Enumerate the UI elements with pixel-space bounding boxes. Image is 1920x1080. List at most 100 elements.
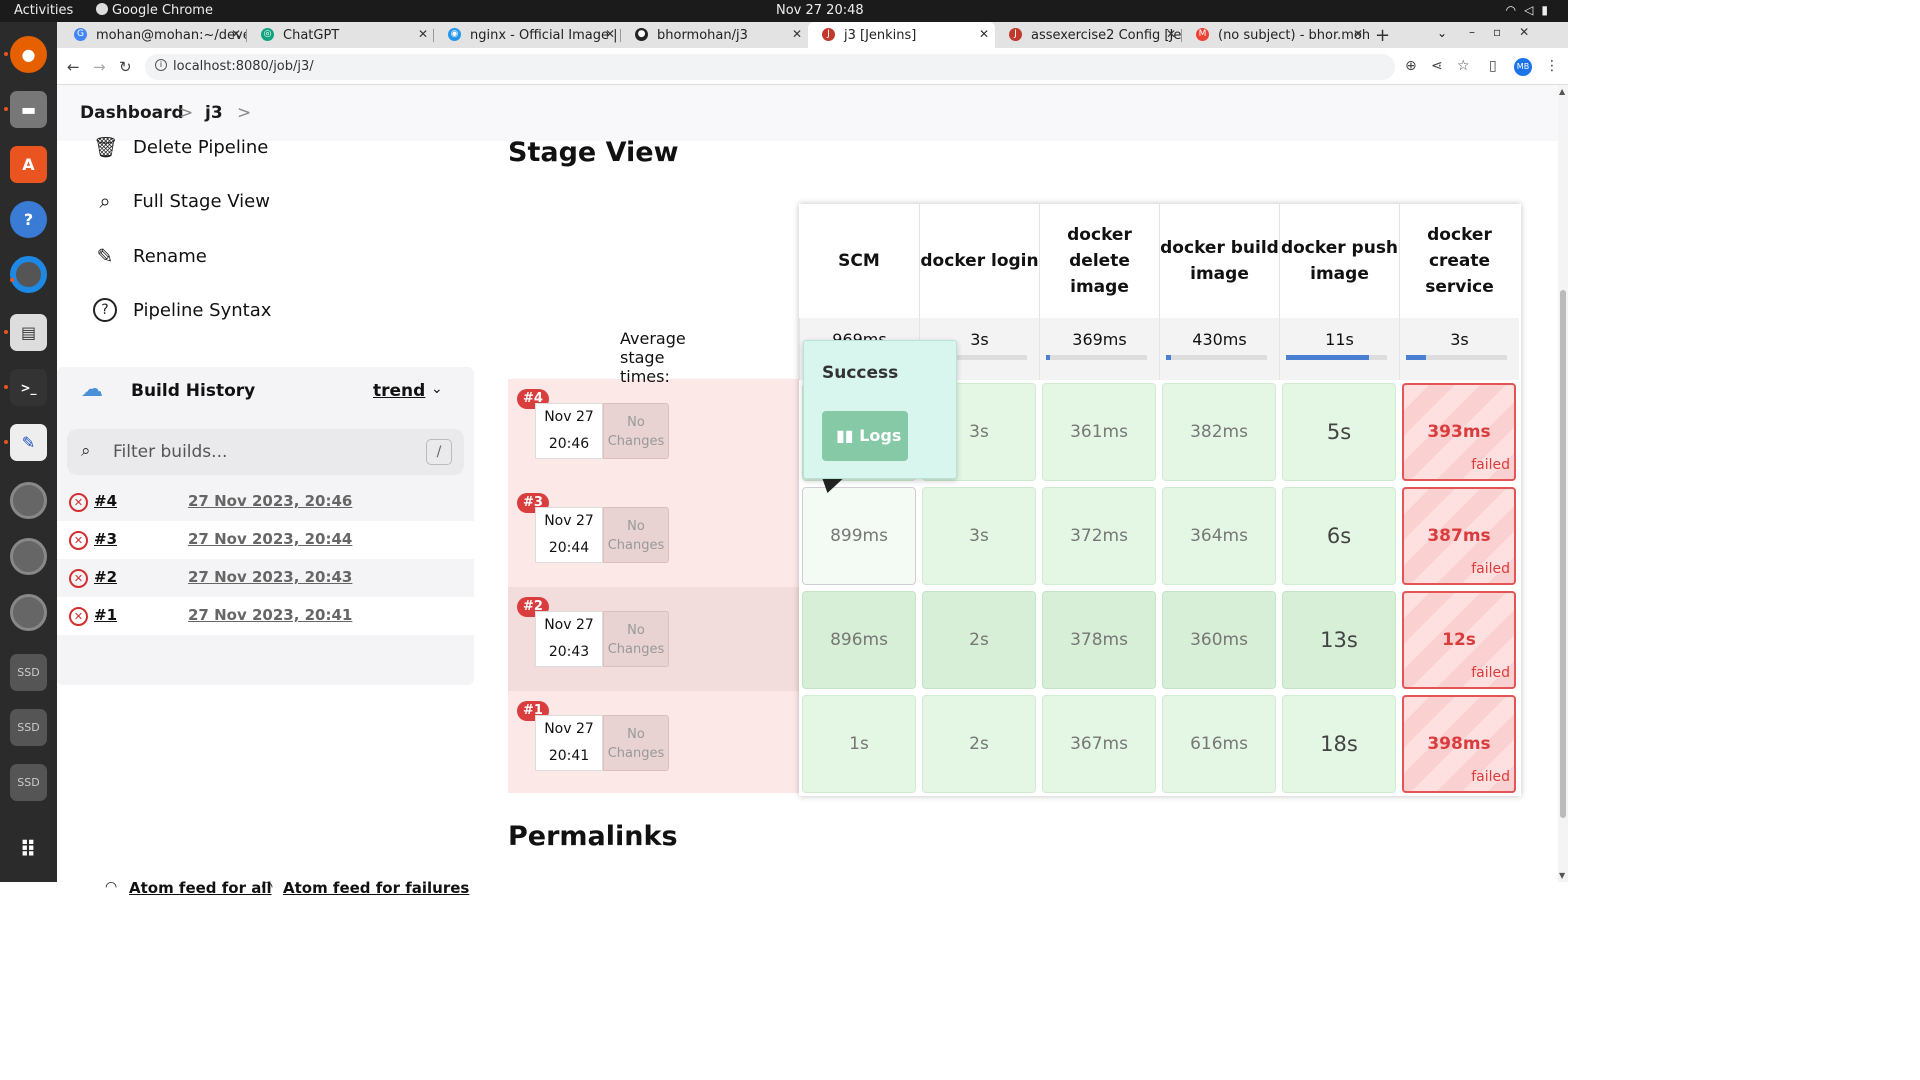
stage-cell-failed[interactable]: 393ms failed [1402, 383, 1516, 481]
browser-tab[interactable]: ● bhormohan/j3 ✕ [621, 22, 808, 48]
ssd-drive-icon[interactable]: SSD [10, 764, 47, 801]
run-date-card[interactable]: Nov 27 20:46 [535, 403, 603, 459]
close-tab-icon[interactable]: ✕ [605, 27, 615, 41]
disc-icon[interactable] [10, 538, 47, 575]
zoom-icon[interactable]: ⊕ [1405, 58, 1417, 74]
terminal-icon[interactable]: >_ [4, 369, 47, 406]
chevron-down-icon[interactable]: ⌄ [431, 381, 443, 397]
build-number-link[interactable]: #3 [94, 530, 117, 548]
build-date-link[interactable]: 27 Nov 2023, 20:44 [188, 530, 352, 548]
app-grid-icon[interactable]: ⠿ [10, 832, 47, 869]
stage-cell-failed[interactable]: 12s failed [1402, 591, 1516, 689]
page-scrollbar[interactable]: ▲ ▼ [1558, 85, 1568, 882]
close-tab-icon[interactable]: ✕ [1166, 27, 1176, 41]
no-changes-label[interactable]: No Changes [603, 715, 669, 771]
build-row[interactable]: ✕ #3 27 Nov 2023, 20:44 [57, 521, 474, 559]
ssd-drive-icon[interactable]: SSD [10, 709, 47, 746]
close-tab-icon[interactable]: ✕ [792, 27, 802, 41]
files-icon[interactable]: ▬ [4, 91, 47, 128]
run-row-header[interactable]: #4 Nov 27 20:46 No Changes [508, 379, 799, 483]
activities-button[interactable]: Activities [14, 3, 73, 18]
build-date-link[interactable]: 27 Nov 2023, 20:41 [188, 606, 352, 624]
stage-cell-failed[interactable]: 398ms failed [1402, 695, 1516, 793]
no-changes-label[interactable]: No Changes [603, 611, 669, 667]
build-row[interactable]: ✕ #2 27 Nov 2023, 20:43 [57, 559, 474, 597]
browser-tab[interactable]: ◎ ChatGPT ✕ [247, 22, 434, 48]
stage-cell-success[interactable]: 899ms [802, 487, 916, 585]
stage-cell-success[interactable]: 896ms [802, 591, 916, 689]
browser-tab[interactable]: Gmohan@mohan:~/devе ✕ [60, 22, 247, 48]
stage-cell-success[interactable]: 360ms [1162, 591, 1276, 689]
run-date-card[interactable]: Nov 27 20:44 [535, 507, 603, 563]
share-icon[interactable]: ⋖ [1431, 58, 1443, 74]
close-tab-icon[interactable]: ✕ [979, 27, 989, 41]
close-tab-icon[interactable]: ✕ [1353, 27, 1363, 41]
disc-icon[interactable] [10, 594, 47, 631]
logs-button[interactable]: ▮▮ Logs [822, 411, 908, 461]
run-date-card[interactable]: Nov 27 20:43 [535, 611, 603, 667]
stage-cell-success[interactable]: 616ms [1162, 695, 1276, 793]
breadcrumb-job[interactable]: j3 [205, 103, 223, 123]
tab-search-icon[interactable]: ⌄ [1437, 26, 1447, 40]
atom-feed-failures-link[interactable]: Atom feed for failures [283, 879, 469, 897]
stage-cell-success[interactable]: 378ms [1042, 591, 1156, 689]
info-icon[interactable]: i [155, 59, 167, 71]
stage-cell-success[interactable]: 5s [1282, 383, 1396, 481]
new-tab-button[interactable]: + [1375, 25, 1390, 46]
bookmark-star-icon[interactable]: ☆ [1457, 58, 1470, 74]
menu-kebab-icon[interactable]: ⋮ [1545, 58, 1559, 74]
side-panel-icon[interactable]: ▯ [1489, 58, 1497, 74]
close-tab-icon[interactable]: ✕ [418, 27, 428, 41]
browser-tab[interactable]: ◉ nginx - Official Image | D ✕ [434, 22, 621, 48]
disc-icon[interactable] [10, 482, 47, 519]
stage-cell-success[interactable]: 1s [802, 695, 916, 793]
window-controls[interactable]: –▫✕ [1469, 25, 1547, 39]
minimize-icon[interactable]: – [1469, 25, 1493, 39]
stage-cell-success[interactable]: 6s [1282, 487, 1396, 585]
build-row[interactable]: ✕ #4 27 Nov 2023, 20:46 [57, 483, 474, 521]
ssd-drive-icon[interactable]: SSD [10, 654, 47, 691]
browser-tab[interactable]: Jassexercise2 Config [Je ✕ [995, 22, 1182, 48]
forward-icon[interactable]: → [93, 58, 106, 76]
chevron-right-icon[interactable]: > [237, 103, 251, 123]
stage-cell-success[interactable]: 364ms [1162, 487, 1276, 585]
build-date-link[interactable]: 27 Nov 2023, 20:46 [188, 492, 352, 510]
scroll-up-icon[interactable]: ▲ [1559, 87, 1565, 96]
stage-cell-success[interactable]: 18s [1282, 695, 1396, 793]
text-editor-icon[interactable]: ✎ [4, 424, 47, 461]
no-changes-label[interactable]: No Changes [603, 507, 669, 563]
stage-cell-success[interactable]: 3s [922, 487, 1036, 585]
profile-avatar[interactable]: MB [1514, 58, 1532, 76]
software-center-icon[interactable]: A [10, 146, 47, 183]
maximize-icon[interactable]: ▫ [1493, 25, 1519, 39]
stage-cell-success[interactable]: 382ms [1162, 383, 1276, 481]
build-number-link[interactable]: #2 [94, 568, 117, 586]
stage-cell-success[interactable]: 13s [1282, 591, 1396, 689]
chrome-dock-icon[interactable] [10, 256, 47, 293]
stage-cell-success[interactable]: 2s [922, 695, 1036, 793]
build-number-link[interactable]: #1 [94, 606, 117, 624]
reload-icon[interactable]: ↻ [119, 58, 132, 76]
atom-feed-all-link[interactable]: Atom feed for all [129, 879, 272, 897]
back-icon[interactable]: ← [67, 58, 80, 76]
address-bar[interactable]: i localhost:8080/job/j3/ [145, 54, 1395, 80]
run-row-header[interactable]: #3 Nov 27 20:44 No Changes [508, 483, 799, 587]
build-row[interactable]: ✕ #1 27 Nov 2023, 20:41 [57, 597, 474, 635]
clock[interactable]: Nov 27 20:48 [776, 3, 864, 18]
scrollbar-thumb[interactable] [1560, 290, 1566, 818]
system-tray[interactable]: ◠◁▮ [1506, 3, 1556, 17]
breadcrumb-dashboard[interactable]: Dashboard [80, 103, 184, 123]
stage-cell-success[interactable]: 372ms [1042, 487, 1156, 585]
help-icon[interactable]: ? [10, 201, 47, 238]
build-number-link[interactable]: #4 [94, 492, 117, 510]
filter-builds-input[interactable]: ⌕ Filter builds... / [67, 429, 464, 475]
reader-icon[interactable]: ▤ [4, 314, 47, 351]
app-menu[interactable]: Google Chrome [96, 3, 213, 18]
firefox-icon[interactable]: ● [4, 36, 47, 73]
browser-tab-active[interactable]: Jj3 [Jenkins] ✕ [808, 22, 995, 48]
trend-link[interactable]: trend [373, 381, 425, 401]
browser-tab[interactable]: M (no subject) - bhor.moh ✕ [1182, 22, 1369, 48]
no-changes-label[interactable]: No Changes [603, 403, 669, 459]
build-date-link[interactable]: 27 Nov 2023, 20:43 [188, 568, 352, 586]
scroll-down-icon[interactable]: ▼ [1559, 871, 1565, 880]
